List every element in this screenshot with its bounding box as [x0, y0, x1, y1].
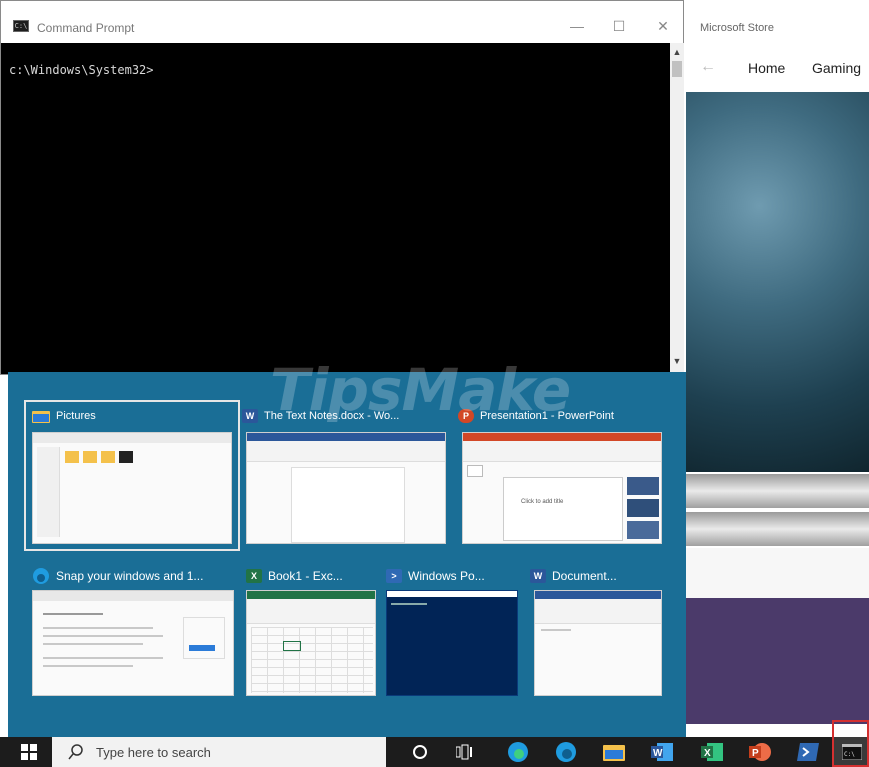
thumb-preview [386, 590, 518, 696]
thumb-header: > Windows Po... [386, 562, 485, 590]
thumb-header: Snap your windows and 1... [32, 562, 203, 590]
file-explorer-icon[interactable] [596, 737, 632, 767]
scroll-up-icon[interactable]: ▲ [670, 47, 684, 59]
taskbar-search-box[interactable]: Type here to search [52, 737, 386, 767]
task-view-overlay[interactable]: Pictures W The Text Notes.docx - Wo... P… [8, 372, 686, 737]
window-title: Command Prompt [37, 21, 135, 35]
thumb-title: Book1 - Exc... [268, 569, 343, 583]
thumb-header: Pictures [32, 402, 96, 430]
command-prompt-icon: C:\ [13, 20, 29, 32]
word-icon: W [530, 569, 546, 583]
svg-text:W: W [653, 748, 663, 759]
search-icon [68, 744, 83, 760]
close-button[interactable]: ✕ [649, 15, 677, 37]
excel-icon[interactable]: X [694, 737, 730, 767]
powerpoint-icon[interactable]: P [742, 737, 778, 767]
scroll-thumb[interactable] [672, 61, 682, 77]
excel-icon: X [246, 569, 262, 583]
nav-gaming[interactable]: Gaming [812, 60, 861, 76]
thumb-preview [32, 432, 232, 544]
command-prompt-titlebar[interactable]: C:\ Command Prompt — ☐ ✕ [1, 1, 683, 43]
task-thumb-excel[interactable]: X Book1 - Exc... [246, 562, 378, 699]
command-prompt-window[interactable]: C:\ Command Prompt — ☐ ✕ c:\Windows\Syst… [0, 0, 684, 375]
vertical-scrollbar[interactable]: ▲ ▼ [670, 43, 684, 374]
task-thumb-word-notes[interactable]: W The Text Notes.docx - Wo... [242, 402, 454, 549]
search-placeholder: Type here to search [96, 745, 211, 760]
svg-text:P: P [752, 748, 759, 759]
thumb-title: Snap your windows and 1... [56, 569, 204, 583]
powershell-icon: > [386, 569, 402, 583]
task-thumb-pictures[interactable]: Pictures [24, 400, 240, 551]
task-thumb-powershell[interactable]: > Windows Po... [386, 562, 520, 699]
scroll-down-icon[interactable]: ▼ [670, 356, 684, 368]
start-button[interactable] [14, 737, 44, 767]
thumb-preview: Click to add title [462, 432, 662, 544]
thumb-preview [246, 432, 446, 544]
thumb-title: Document... [552, 569, 617, 583]
maximize-button[interactable]: ☐ [605, 15, 633, 37]
task-view-icon[interactable] [446, 737, 482, 767]
thumb-preview [246, 590, 376, 696]
store-banner [686, 512, 869, 546]
store-banner [686, 474, 869, 508]
cortana-icon[interactable] [402, 737, 438, 767]
hero-image[interactable] [686, 92, 869, 472]
back-arrow-icon[interactable]: ← [700, 58, 716, 76]
thumb-preview [32, 590, 234, 696]
windows-logo-icon [21, 744, 37, 760]
store-title: Microsoft Store [700, 22, 774, 34]
edge-icon[interactable] [500, 737, 536, 767]
folder-icon [32, 411, 50, 423]
task-thumb-powerpoint[interactable]: P Presentation1 - PowerPoint Click to ad… [458, 402, 670, 549]
edge-beta-icon[interactable] [548, 737, 584, 767]
highlight-box [832, 720, 869, 767]
microsoft-store-window[interactable]: Microsoft Store ← Home Gaming [686, 0, 869, 737]
console-prompt[interactable]: c:\Windows\System32> [9, 63, 154, 77]
word-icon[interactable]: W [644, 737, 680, 767]
thumb-title: Windows Po... [408, 569, 485, 583]
task-thumb-edge[interactable]: Snap your windows and 1... [32, 562, 238, 699]
svg-text:X: X [704, 748, 711, 759]
slide-placeholder: Click to add title [521, 499, 564, 505]
thumb-header: W Document... [530, 562, 617, 590]
store-tile[interactable] [686, 598, 869, 724]
word-icon: W [242, 409, 258, 423]
thumb-title: Pictures [56, 410, 96, 422]
minimize-button[interactable]: — [563, 15, 591, 37]
watermark-logo: TipsMake [270, 356, 571, 424]
thumb-header: X Book1 - Exc... [246, 562, 343, 590]
thumb-preview [534, 590, 662, 696]
taskbar: Type here to search W X P C:\ [0, 737, 869, 767]
edge-icon [33, 568, 49, 584]
powershell-icon[interactable] [790, 737, 826, 767]
store-section [686, 548, 869, 598]
nav-home[interactable]: Home [748, 60, 785, 76]
task-thumb-word-document[interactable]: W Document... [530, 562, 664, 699]
